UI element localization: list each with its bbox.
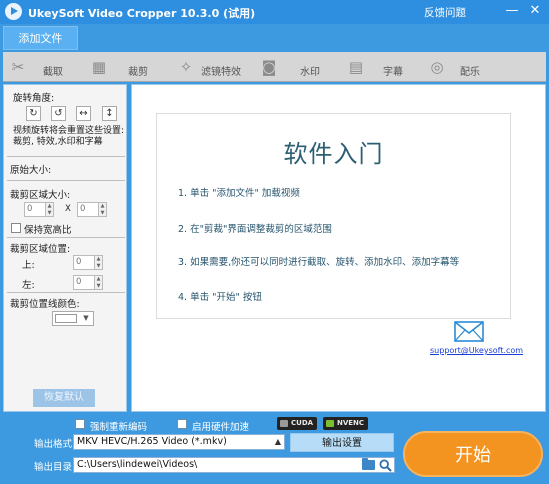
preview-area: 软件入门 1. 单击 "添加文件" 加载视频 2. 在"剪裁"界面调整裁剪的区域… bbox=[131, 84, 546, 412]
subtitle-icon: ▤ bbox=[348, 58, 364, 76]
search-icon[interactable] bbox=[379, 459, 392, 472]
tab-effects-label: 滤镜特效 bbox=[201, 67, 241, 78]
line-color-label: 裁剪位置线颜色: bbox=[10, 299, 80, 310]
output-settings-button[interactable]: 输出设置 bbox=[290, 433, 394, 452]
force-reencode-checkbox[interactable] bbox=[75, 419, 85, 429]
window-title: UkeySoft Video Cropper 10.3.0 (试用) bbox=[28, 7, 256, 20]
support-email-link[interactable]: support@Ukeysoft.com bbox=[430, 346, 523, 355]
crop-settings-panel: 旋转角度: ↻ ↺ ↔ ↕ 视频旋转将会重置这些设置: 裁剪, 特效,水印和字幕… bbox=[3, 84, 127, 412]
flip-vertical-icon: ↕ bbox=[105, 108, 114, 119]
output-format-value: MKV HEVC/H.265 Video (*.mkv) bbox=[77, 436, 227, 447]
line-color-select[interactable]: ▼ bbox=[52, 311, 94, 326]
keep-ratio-checkbox[interactable] bbox=[11, 223, 21, 233]
left-offset-input[interactable]: 0 bbox=[73, 275, 95, 290]
crop-height-input[interactable]: 0 bbox=[77, 202, 99, 217]
output-format-label: 输出格式: bbox=[34, 439, 76, 450]
output-dir-label: 输出目录: bbox=[34, 462, 76, 473]
line-color-swatch bbox=[55, 314, 77, 323]
rotation-note: 视频旋转将会重置这些设置: 裁剪, 特效,水印和字幕 bbox=[13, 126, 125, 147]
rotate-cw-icon: ↻ bbox=[29, 108, 38, 119]
output-bar: 强制重新编码 启用硬件加速 CUDA NVENC 输出格式: MKV HEVC/… bbox=[0, 414, 549, 484]
cuda-badge: CUDA bbox=[277, 417, 318, 430]
tab-crop-label: 裁剪 bbox=[128, 67, 148, 78]
hw-accel-label: 启用硬件加速 bbox=[192, 422, 250, 433]
folder-icon[interactable] bbox=[362, 458, 375, 470]
crop-icon: ▦ bbox=[91, 58, 107, 76]
effects-icon: ✧ bbox=[179, 58, 193, 76]
guide-step-3: 3. 如果需要,你还可以同时进行截取、旋转、添加水印、添加字幕等 bbox=[178, 257, 460, 268]
tab-effects[interactable]: ✧ 滤镜特效 bbox=[171, 52, 253, 82]
rotate-ccw-icon: ↺ bbox=[54, 108, 63, 119]
mail-icon[interactable] bbox=[454, 321, 484, 342]
keep-ratio-label: 保持宽高比 bbox=[24, 225, 72, 236]
start-button[interactable]: 开始 bbox=[403, 431, 543, 477]
tab-crop[interactable]: ▦ 裁剪 bbox=[84, 52, 170, 82]
top-label: 上: bbox=[22, 260, 35, 271]
top-offset-input[interactable]: 0 bbox=[73, 255, 95, 270]
tab-music-label: 配乐 bbox=[460, 67, 480, 78]
left-offset-stepper[interactable]: ▲ ▼ bbox=[95, 275, 103, 290]
divider bbox=[7, 292, 125, 293]
guide-step-2: 2. 在"剪裁"界面调整裁剪的区域范围 bbox=[178, 224, 332, 235]
output-dir-input[interactable]: C:\Users\lindewei\Videos\ bbox=[73, 457, 395, 473]
crop-position-label: 裁剪区域位置: bbox=[10, 244, 71, 255]
flip-horizontal-icon: ↔ bbox=[79, 108, 88, 119]
original-size-label: 原始大小: bbox=[10, 165, 52, 176]
feedback-link[interactable]: 反馈问题 bbox=[424, 5, 466, 20]
music-icon: ◎ bbox=[430, 58, 444, 76]
minimize-button[interactable]: — bbox=[503, 2, 521, 20]
divider bbox=[7, 237, 125, 238]
rotation-label: 旋转角度: bbox=[13, 93, 55, 104]
getting-started-box: 软件入门 1. 单击 "添加文件" 加载视频 2. 在"剪裁"界面调整裁剪的区域… bbox=[156, 113, 511, 319]
watermark-icon: ◙ bbox=[261, 58, 277, 76]
tab-subtitle-label: 字幕 bbox=[383, 67, 403, 78]
title-bar: UkeySoft Video Cropper 10.3.0 (试用) 反馈问题 … bbox=[0, 0, 549, 24]
tab-subtitle[interactable]: ▤ 字幕 bbox=[341, 52, 421, 82]
nvenc-badge: NVENC bbox=[323, 417, 369, 430]
reset-default-button[interactable]: 恢复默认 bbox=[33, 389, 95, 407]
crop-size-label: 裁剪区域大小: bbox=[10, 190, 71, 201]
divider bbox=[7, 180, 125, 181]
add-file-button[interactable]: 添加文件 bbox=[3, 26, 78, 50]
divider bbox=[7, 156, 125, 157]
output-format-select[interactable]: MKV HEVC/H.265 Video (*.mkv) ▲ bbox=[73, 434, 285, 450]
close-button[interactable]: ✕ bbox=[526, 2, 544, 20]
tab-music[interactable]: ◎ 配乐 bbox=[422, 52, 504, 82]
left-label: 左: bbox=[22, 280, 35, 291]
size-separator: X bbox=[65, 204, 71, 214]
rotate-left-button[interactable]: ↺ bbox=[51, 106, 66, 121]
tab-watermark[interactable]: ◙ 水印 bbox=[254, 52, 340, 82]
crop-width-input[interactable]: 0 bbox=[24, 202, 46, 217]
guide-title: 软件入门 bbox=[283, 140, 384, 168]
crop-width-stepper[interactable]: ▲ ▼ bbox=[46, 202, 54, 217]
crop-height-stepper[interactable]: ▲ ▼ bbox=[99, 202, 107, 217]
tab-trim-label: 截取 bbox=[43, 67, 63, 78]
scissors-icon: ✂ bbox=[11, 58, 25, 76]
rotate-right-button[interactable]: ↻ bbox=[26, 106, 41, 121]
top-offset-stepper[interactable]: ▲ ▼ bbox=[95, 255, 103, 270]
guide-step-4: 4. 单击 "开始" 按钮 bbox=[178, 292, 262, 303]
flip-vertical-button[interactable]: ↕ bbox=[102, 106, 117, 121]
file-toolbar: 添加文件 bbox=[0, 24, 549, 52]
tab-watermark-label: 水印 bbox=[300, 67, 320, 78]
tab-trim[interactable]: ✂ 截取 bbox=[3, 52, 83, 82]
app-logo-icon bbox=[5, 3, 22, 20]
caret-down-icon: ▲ bbox=[274, 437, 281, 446]
guide-step-1: 1. 单击 "添加文件" 加载视频 bbox=[178, 188, 300, 199]
flip-horizontal-button[interactable]: ↔ bbox=[76, 106, 91, 121]
function-tabs: ✂ 截取 ▦ 裁剪 ✧ 滤镜特效 ◙ 水印 ▤ 字幕 ◎ 配乐 bbox=[3, 52, 546, 82]
hw-accel-checkbox[interactable] bbox=[177, 419, 187, 429]
chevron-down-icon: ▼ bbox=[83, 314, 89, 322]
force-reencode-label: 强制重新编码 bbox=[90, 422, 148, 433]
